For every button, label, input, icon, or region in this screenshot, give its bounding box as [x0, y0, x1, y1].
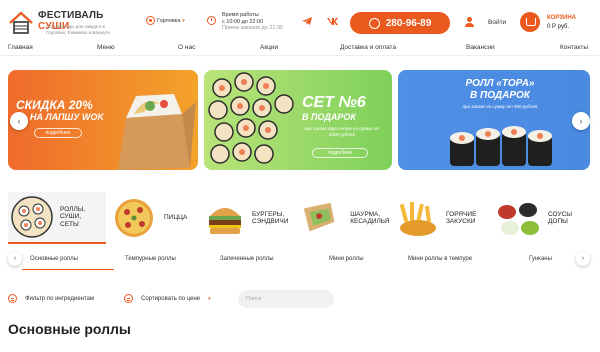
- phone-number: 280-96-89: [385, 17, 432, 29]
- category-bar: РОЛЛЫ, СУШИ, СЕТЫ ПИЦЦА БУРГЕРЫ, СЭНДВИЧ…: [8, 192, 600, 244]
- nav-item-promos[interactable]: Акции: [260, 44, 278, 51]
- sushi-set-icon: [11, 196, 53, 238]
- phone-button[interactable]: 280-96-89: [350, 12, 450, 34]
- subcategory-bar: ‹ Основные роллы Темпурные роллы Запечен…: [8, 250, 592, 270]
- section-title: Основные роллы: [8, 321, 131, 337]
- chevron-down-icon: ▾: [182, 17, 185, 24]
- subcategory-prev-arrow-icon[interactable]: ‹: [8, 252, 22, 266]
- fries-icon: [399, 202, 436, 236]
- location-pin-icon: [146, 16, 155, 25]
- work-hours: Время работы с 10:00 до 22:00 Прием зака…: [207, 12, 283, 32]
- filter-icon: [8, 294, 17, 303]
- nav-item-about[interactable]: О нас: [178, 44, 195, 51]
- vk-icon[interactable]: [326, 15, 338, 27]
- city-name: Горловка: [157, 17, 181, 24]
- logo-title-main: ФЕСТИВАЛЬ: [38, 10, 104, 21]
- category-shawarma[interactable]: ШАУРМА, КЕСАДИЛЬЯ: [300, 192, 398, 244]
- filter-bar: Фильтр по ингредиентам Сортировать по це…: [8, 290, 592, 308]
- nav-item-contacts[interactable]: Контакты: [560, 44, 588, 51]
- ingredient-filter-button[interactable]: Фильтр по ингредиентам: [8, 294, 94, 303]
- clock-icon: [207, 16, 216, 25]
- category-rolls[interactable]: РОЛЛЫ, СУШИ, СЕТЫ: [8, 192, 106, 244]
- banner-subtitle: В ПОДАРОК: [302, 112, 356, 122]
- sort-icon: [124, 294, 133, 303]
- nav-item-home[interactable]: Главная: [8, 44, 33, 51]
- category-label: РОЛЛЫ, СУШИ, СЕТЫ: [60, 205, 86, 228]
- category-sauces[interactable]: СОУСЫ ДОПЫ: [496, 192, 592, 244]
- carousel-next-arrow-icon[interactable]: ›: [572, 112, 590, 130]
- noodle-box-image: [118, 94, 196, 170]
- tora-roll-image: [450, 126, 552, 166]
- sushi-set-image: [208, 72, 294, 164]
- hours-orders: Прием заказов до 21:30: [222, 25, 284, 31]
- subcategory-main-rolls[interactable]: Основные роллы: [30, 256, 78, 262]
- main-nav: Главная Меню О нас Акции Доставка и опла…: [0, 40, 600, 56]
- cart-icon[interactable]: [520, 12, 540, 32]
- login-link[interactable]: Войти: [465, 17, 506, 27]
- shawarma-icon: [303, 202, 335, 232]
- banner-more-button[interactable]: подробнее: [34, 128, 82, 138]
- banner-set-gift[interactable]: СЕТ №6 В ПОДАРОК при заказе двух сетов н…: [204, 70, 392, 170]
- login-label: Войти: [488, 18, 507, 26]
- banner-note: при заказе на сумму от 900 рублей: [462, 104, 538, 109]
- user-icon: [465, 17, 474, 27]
- phone-icon: [368, 17, 380, 29]
- category-label: ПИЦЦА: [164, 214, 188, 222]
- banner-title: РОЛЛ «ТОРА»: [465, 78, 535, 89]
- sort-label: Сортировать по цене: [141, 295, 201, 302]
- banner-wok-discount[interactable]: СКИДКА 20% НА ЛАПШУ WOK подробнее: [8, 70, 198, 170]
- cart-summary[interactable]: КОРЗИНА 0 Р руб.: [547, 14, 576, 32]
- city-selector[interactable]: Горловка ▾: [146, 16, 185, 25]
- subcategory-next-arrow-icon[interactable]: ›: [576, 252, 590, 266]
- banner-tora-roll-gift[interactable]: РОЛЛ «ТОРА» В ПОДАРОК при заказе на сумм…: [398, 70, 590, 170]
- sort-by-price-button[interactable]: Сортировать по цене ▾: [124, 294, 211, 303]
- category-burgers[interactable]: БУРГЕРЫ, СЭНДВИЧИ: [206, 192, 302, 244]
- ingredient-filter-label: Фильтр по ингредиентам: [25, 295, 95, 302]
- house-logo-icon: [9, 11, 33, 34]
- cart-label: КОРЗИНА: [547, 15, 576, 21]
- burger-icon: [209, 208, 241, 234]
- banner-subtitle: В ПОДАРОК: [470, 90, 530, 101]
- logo-tagline: доставка еды для каждого в Горловке, Ена…: [46, 24, 111, 35]
- subcategory-baked-rolls[interactable]: Запеченные роллы: [220, 256, 274, 262]
- category-label: ГОРЯЧИЕ ЗАКУСКИ: [446, 210, 477, 226]
- banner-title: СКИДКА 20%: [16, 98, 93, 112]
- subcategory-gunkans[interactable]: Гунканы: [529, 256, 552, 262]
- page: ФЕСТИВАЛЬ СУШИ доставка еды для каждого …: [0, 0, 600, 352]
- header: ФЕСТИВАЛЬ СУШИ доставка еды для каждого …: [0, 0, 600, 42]
- nav-item-menu[interactable]: Меню: [97, 44, 115, 51]
- category-pizza[interactable]: ПИЦЦА: [112, 192, 204, 244]
- banner-note: при заказе двух сетов на сумму от 2000 р…: [304, 126, 380, 137]
- telegram-icon[interactable]: [301, 15, 313, 27]
- nav-item-delivery[interactable]: Доставка и оплата: [340, 44, 396, 51]
- banner-subtitle: НА ЛАПШУ WOK: [30, 112, 104, 122]
- category-hot-snacks[interactable]: ГОРЯЧИЕ ЗАКУСКИ: [396, 192, 496, 244]
- category-label: СОУСЫ ДОПЫ: [548, 210, 573, 226]
- banner-title: СЕТ №6: [302, 94, 366, 111]
- category-label: ШАУРМА, КЕСАДИЛЬЯ: [350, 210, 390, 226]
- cart-total: 0 Р руб.: [547, 24, 570, 30]
- sauces-icon: [498, 203, 539, 235]
- category-label: БУРГЕРЫ, СЭНДВИЧИ: [252, 210, 289, 226]
- subcategory-mini-tempura-rolls[interactable]: Мини роллы в темпуре: [408, 256, 472, 262]
- subcategory-tempura-rolls[interactable]: Темпурные роллы: [125, 256, 176, 262]
- logo[interactable]: ФЕСТИВАЛЬ СУШИ доставка еды для каждого …: [8, 6, 136, 38]
- pizza-icon: [115, 199, 153, 237]
- nav-item-vacancies[interactable]: Вакансии: [466, 44, 495, 51]
- search-input[interactable]: Поиск: [238, 290, 334, 308]
- banner-more-button[interactable]: подробнее: [312, 148, 368, 158]
- carousel-prev-arrow-icon[interactable]: ‹: [10, 112, 28, 130]
- subcategory-mini-rolls[interactable]: Мини роллы: [329, 256, 364, 262]
- chevron-down-icon: ▾: [208, 295, 211, 302]
